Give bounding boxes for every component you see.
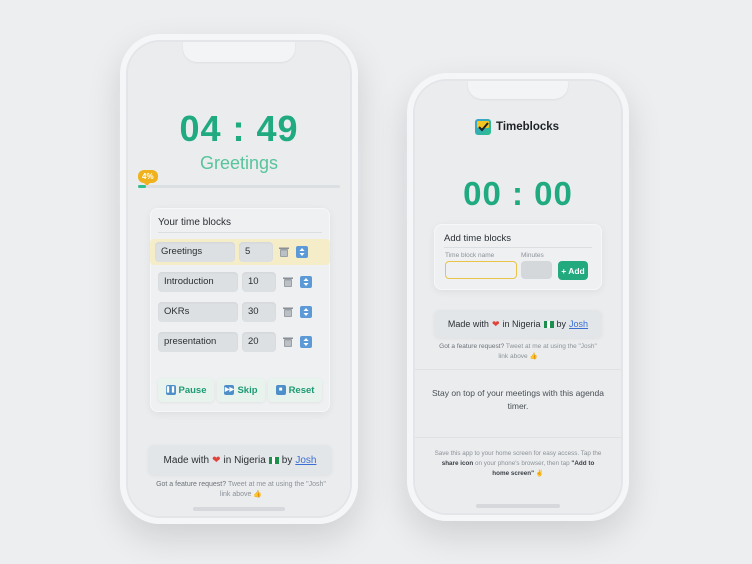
trash-icon[interactable] [278,246,290,258]
made-with-middle: in Nigeria [223,454,266,466]
sort-icon[interactable] [300,276,312,288]
heart-icon: ❤ [212,454,221,466]
block-name-field[interactable]: Greetings [155,242,235,262]
heart-icon: ❤ [491,318,500,329]
feature-request-lead: Got a feature request? [156,481,227,488]
block-minutes-field[interactable]: 20 [242,332,276,352]
author-link[interactable]: Josh [295,455,316,466]
minutes-input[interactable] [521,261,552,279]
sort-icon[interactable] [300,336,312,348]
sort-icon[interactable] [296,246,308,258]
feature-request-note: Got a feature request? Tweet at me at us… [150,480,332,500]
sort-icon[interactable] [300,306,312,318]
progress-bar [138,185,340,188]
home-hint-share-icon: share icon [441,460,474,467]
screen: Timeblocks 00 : 00 Add time blocks Time … [415,81,621,513]
block-minutes-field[interactable]: 10 [242,272,276,292]
feature-request-note: Got a feature request? Tweet at me at us… [435,342,601,362]
home-indicator [476,504,560,508]
divider [415,369,621,370]
trash-icon[interactable] [282,336,294,348]
phone-left: 04 : 49 Greetings 4% Your time blocks Gr… [117,34,361,524]
trash-icon[interactable] [282,306,294,318]
notch [468,81,568,99]
block-name-label: Time block name [445,252,495,259]
time-blocks-card: Your time blocks Greetings 5 Introductio… [150,208,330,412]
made-with-banner: Made with ❤ in Nigeria by Josh [148,445,332,475]
timeblocks-logo-icon [475,119,491,135]
time-block-row[interactable]: presentation 20 [150,329,330,355]
time-block-row[interactable]: OKRs 30 [150,299,330,325]
add-time-blocks-card: Add time blocks Time block name Minutes … [434,224,602,290]
feature-request-text: Tweet at me at using the "Josh" link abo… [498,343,597,360]
stop-icon: ■ [275,385,286,395]
reset-label: Reset [288,384,315,396]
block-name-field[interactable]: presentation [158,332,238,352]
reset-button[interactable]: ■ Reset [268,378,322,402]
home-hint-part2: on your phone's browser, then tap [473,460,572,467]
feature-request-lead: Got a feature request? [439,343,505,350]
made-with-prefix: Made with [163,454,210,466]
home-screen-hint: Save this app to your home screen for ea… [433,449,603,479]
block-minutes-field[interactable]: 5 [239,242,273,262]
made-with-banner: Made with ❤ in Nigeria by Josh [434,310,602,338]
add-button[interactable]: + Add [558,261,588,280]
app-name: Timeblocks [496,121,560,133]
made-with-by: by [281,454,293,466]
skip-button[interactable]: ▶▶ Skip [217,378,265,402]
card-title: Add time blocks [444,233,512,244]
progress-fill [138,185,147,188]
home-indicator [193,507,285,511]
minutes-label: Minutes [521,252,544,259]
skip-label: Skip [237,384,258,396]
progress-badge: 4% [138,170,158,186]
notch [183,42,295,62]
home-hint-part3: ✌ [534,470,544,477]
block-name-field[interactable]: Introduction [158,272,238,292]
divider [444,247,592,248]
current-task-name: Greetings [199,153,279,173]
pause-icon: ❚❚ [165,385,176,395]
card-title: Your time blocks [158,217,231,228]
divider [158,232,322,233]
app-logo: Timeblocks [475,119,559,135]
divider [415,437,621,438]
phone-right: Timeblocks 00 : 00 Add time blocks Time … [404,73,632,521]
made-with-prefix: Made with [447,319,489,329]
pause-button[interactable]: ❚❚ Pause [158,378,214,402]
feature-request-text: Tweet at me at using the "Josh" link abo… [219,481,326,498]
made-with-by: by [556,319,567,329]
time-block-row[interactable]: Introduction 10 [150,269,330,295]
screen: 04 : 49 Greetings 4% Your time blocks Gr… [128,42,350,516]
made-with-middle: in Nigeria [502,319,541,329]
block-name-field[interactable]: OKRs [158,302,238,322]
author-link[interactable]: Josh [569,319,588,329]
agenda-tagline: Stay on top of your meetings with this a… [432,388,604,411]
nigeria-flag-icon [543,320,554,328]
countdown-timer: 04 : 49 [179,108,299,149]
pause-label: Pause [178,384,207,396]
countdown-timer: 00 : 00 [463,175,573,212]
block-name-input[interactable] [445,261,517,279]
skip-icon: ▶▶ [224,385,235,395]
time-block-row[interactable]: Greetings 5 [150,239,330,265]
block-minutes-field[interactable]: 30 [242,302,276,322]
nigeria-flag-icon [268,456,279,464]
home-hint-part1: Save this app to your home screen for ea… [434,450,602,457]
trash-icon[interactable] [282,276,294,288]
